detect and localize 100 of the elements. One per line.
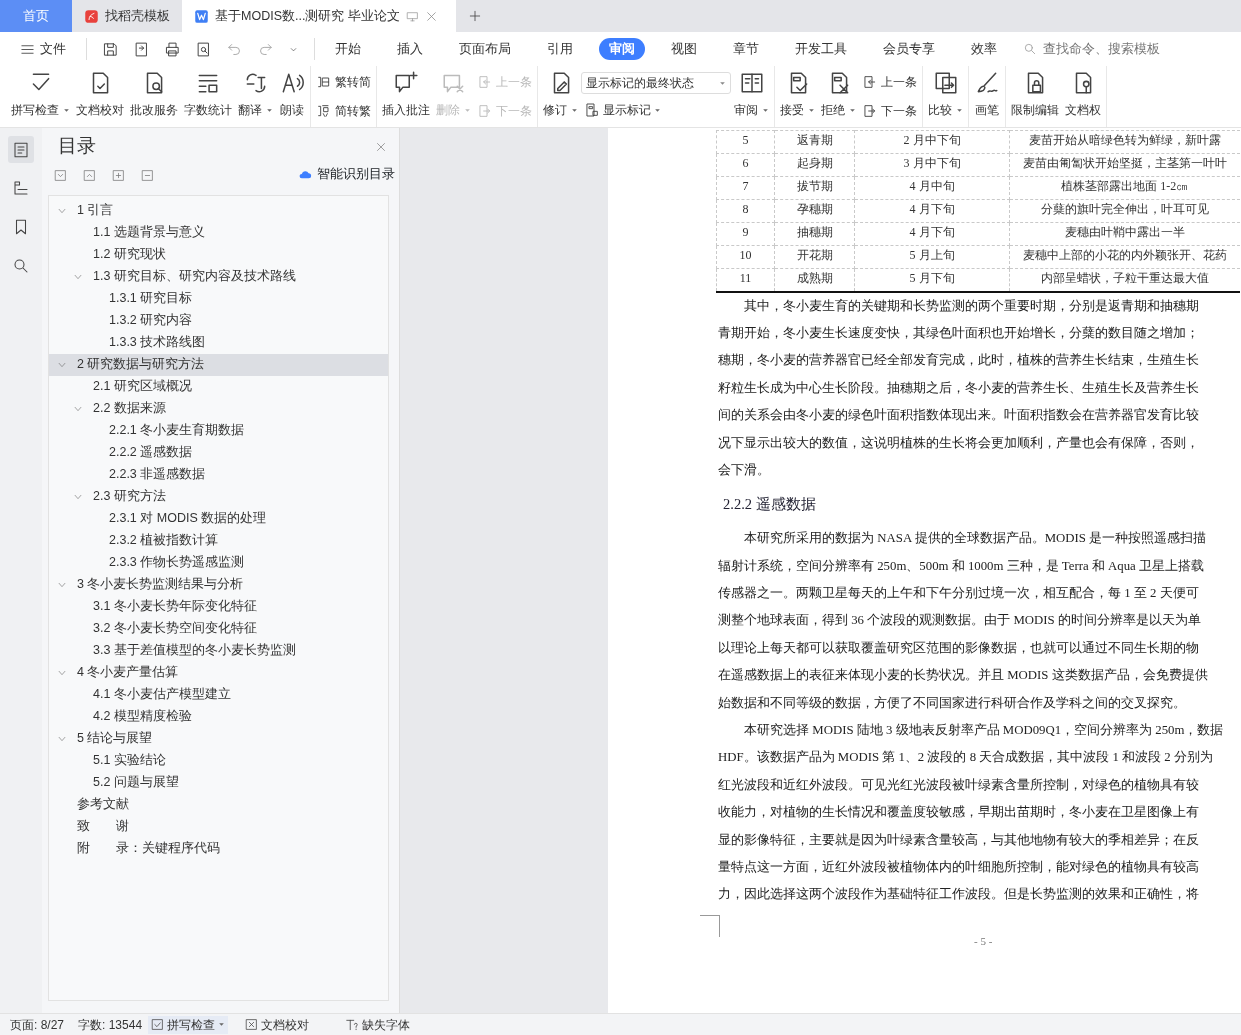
word-count: 字数: 13544 [78, 1016, 143, 1034]
toc-item[interactable]: 附 录：关键程序代码 [49, 837, 388, 860]
ribbon-button[interactable]: 翻译 [235, 68, 276, 125]
ribbon-tab[interactable]: 开始 [325, 37, 371, 61]
toc-item[interactable]: 4 冬小麦产量估算 [49, 661, 388, 684]
table-cell: 9 [716, 222, 775, 246]
sidebar-button[interactable] [8, 136, 34, 163]
text-line: 间的关系会由冬小麦的绿色叶面积指数体现出来。叶面积指数会在营养器官发育比较 [717, 407, 1200, 425]
toc-item[interactable]: 2.3.1 对 MODIS 数据的处理 [49, 507, 388, 530]
toc-item[interactable]: 3.2 冬小麦长势空间变化特征 [49, 617, 388, 640]
ribbon-button[interactable]: 下一条 [859, 100, 920, 121]
search-icon [12, 256, 30, 275]
toc-item[interactable]: 2.3.2 植被指数计算 [49, 529, 388, 552]
close-icon [424, 9, 438, 23]
text-line: 辐射计系统，空间分辨率有 250m、500m 和 1000m 三种，是 Terra 和 Aqua 卫星上搭载 [717, 557, 1205, 575]
toc-item[interactable]: 5 结论与展望 [49, 727, 388, 750]
toc-item[interactable]: 1.3.2 研究内容 [49, 309, 388, 332]
spell-check-button[interactable]: 拼写检查 [148, 1015, 229, 1034]
text-line: 青期开始，冬小麦生长速度变快，其绿色叶面积也开始增长，分蘖的数目随之增加； [717, 324, 1200, 342]
markup-icon [584, 102, 600, 118]
smart-toc-button[interactable]: 智能识别目录 [298, 165, 395, 184]
toc-item[interactable]: 5.2 问题与展望 [49, 771, 388, 794]
toc-item[interactable]: 1.3.3 技术路线图 [49, 331, 388, 354]
corner-mark [700, 914, 720, 937]
toc-item[interactable]: 2.1 研究区域概况 [49, 375, 388, 398]
table-cell: 4 月下旬 [854, 222, 1010, 246]
ribbon-button[interactable]: 审阅 [731, 68, 772, 125]
table-cell: 拔节期 [774, 176, 855, 200]
ribbon-button[interactable]: 显示标记 [581, 100, 731, 120]
toc-item[interactable]: 2.3.3 作物长势遥感监测 [49, 551, 388, 574]
ribbon-button[interactable]: 比较 [925, 68, 966, 125]
ribbon-tab[interactable]: 开发工具 [785, 37, 857, 61]
toc-item[interactable]: 2.2 数据来源 [49, 397, 388, 420]
table-cell: 3 月中下旬 [854, 153, 1010, 177]
ribbon-button[interactable]: 接受 [777, 68, 818, 125]
next-icon [477, 102, 493, 119]
toc-item[interactable]: 2.2.2 遥感数据 [49, 441, 388, 464]
ribbon-tab[interactable]: 效率 [961, 37, 1007, 61]
toc-item[interactable]: 1.3.1 研究目标 [49, 287, 388, 310]
x-box-icon [245, 1018, 259, 1031]
ribbon-button[interactable]: 简转繁 [313, 100, 374, 121]
search-field[interactable]: 查找命令、搜索模板 [1023, 38, 1181, 60]
toc-item[interactable]: 1.1 选题背景与意义 [49, 221, 388, 244]
toc-item[interactable]: 4.2 模型精度检验 [49, 705, 388, 728]
table-cell: 4 月中旬 [854, 176, 1010, 200]
ribbon-tab[interactable]: 引用 [537, 37, 583, 61]
document-logo-icon [194, 8, 209, 24]
ribbon-tab[interactable]: 章节 [723, 37, 769, 61]
ribbon-button[interactable]: 修订 [540, 68, 581, 125]
page-number: - 5 - [974, 934, 993, 947]
proofread-button[interactable]: 文档校对 [242, 1015, 313, 1034]
screen-icon [405, 9, 419, 23]
ribbon-tab[interactable]: 视图 [661, 37, 707, 61]
table-cell: 成熟期 [774, 268, 855, 292]
toc-item[interactable]: 4.1 冬小麦估产模型建立 [49, 683, 388, 706]
tab[interactable]: 基于MODIS数...测研究 毕业论文 [182, 0, 456, 32]
ribbon-tab[interactable]: 页面布局 [449, 37, 521, 61]
ribbon-button[interactable]: 朗读 [276, 68, 308, 125]
text-line: 本研究选择 MODIS 陆地 3 级地表反射率产品 MOD09Q1，空间分辨率为 250m，数据 [743, 721, 1225, 739]
ribbon-button[interactable]: 文档校对 [73, 68, 127, 125]
toc-item[interactable]: 1.3 研究目标、研究内容及技术路线 [49, 265, 388, 288]
ribbon-button[interactable]: 繁转简 [313, 72, 374, 93]
ribbon-tab[interactable]: 插入 [387, 37, 433, 61]
ribbon-button[interactable]: 画笔 [971, 68, 1003, 125]
ribbon-button[interactable]: 批改服务 [127, 68, 181, 125]
ribbon-button[interactable]: 拼写检查 [8, 68, 73, 125]
toc-item[interactable]: 1 引言 [49, 199, 388, 222]
text-line: 力，因此选择这两个波段作为基础特征工作波段。但是长势监测的效果和正确性，将 [717, 886, 1200, 904]
toc-item[interactable]: 3.1 冬小麦长势年际变化特征 [49, 595, 388, 618]
ribbon-button[interactable]: 拒绝 [818, 68, 859, 125]
toc-item[interactable]: 5.1 实验结论 [49, 749, 388, 772]
table-cell: 开花期 [774, 245, 855, 269]
dropdown-field[interactable]: 显示标记的最终状态 [581, 72, 731, 94]
ribbon-button[interactable]: 限制编辑 [1008, 68, 1062, 125]
text-line: 穗期，冬小麦的营养器官已经全部发育完成，此时，植株的营养生长结束，生殖生长 [717, 352, 1200, 370]
ribbon-tab[interactable]: 审阅 [599, 37, 645, 61]
toc-item[interactable]: 3.3 基于差值模型的冬小麦长势监测 [49, 639, 388, 662]
toc-item[interactable]: 2.3 研究方法 [49, 485, 388, 508]
toc-item[interactable]: 1.2 研究现状 [49, 243, 388, 266]
ribbon-button[interactable]: 字数统计 [181, 68, 235, 125]
ribbon-button[interactable]: 插入批注 [379, 68, 433, 125]
text-line: HDF。该数据产品为 MODIS 第 1、2 波段的 8 天合成数据，其中波段 1 和波段 2 分别为 [717, 749, 1214, 767]
caret-icon [218, 1021, 226, 1028]
toc-item[interactable]: 致 谢 [49, 815, 388, 838]
font-icon [345, 1017, 360, 1032]
ribbon-tab[interactable]: 会员专享 [873, 37, 945, 61]
missing-fonts-button[interactable]: 缺失字体 [342, 1015, 414, 1034]
file-menu-button[interactable]: 文件 [10, 37, 76, 61]
table-cell: 7 [716, 176, 775, 200]
toc-item[interactable]: 2 研究数据与研究方法 [49, 353, 388, 376]
ribbon-button[interactable]: 文档权 [1062, 68, 1104, 125]
toc-item[interactable]: 2.2.3 非遥感数据 [49, 463, 388, 486]
text-line: 测整个地球表面，得到 36 个波段的观测数据。由于 MODIS 的时间分辨率是以天为单 [717, 612, 1202, 630]
toc-item[interactable]: 2.2.1 冬小麦生育期数据 [49, 419, 388, 442]
toc-item[interactable]: 3 冬小麦长势监测结果与分析 [49, 573, 388, 596]
ribbon-button[interactable]: 上一条 [859, 72, 920, 93]
tab[interactable]: 找稻壳模板 [72, 0, 182, 32]
section-heading: 2.2.2 遥感数据 [723, 495, 817, 515]
toc-item[interactable]: 参考文献 [49, 793, 388, 816]
previous-icon [862, 74, 878, 91]
